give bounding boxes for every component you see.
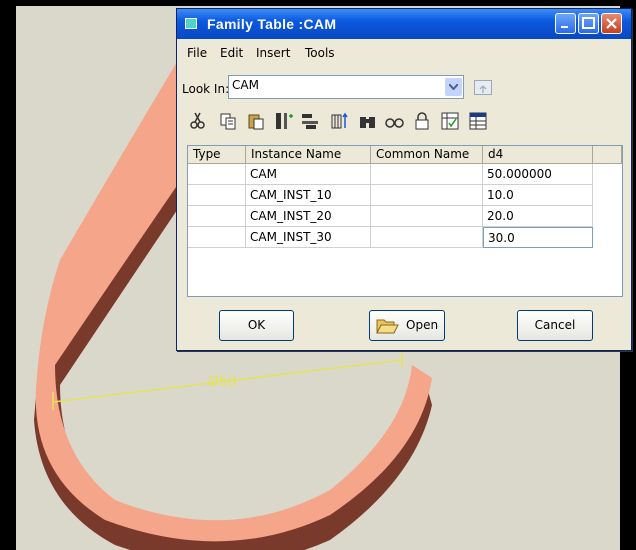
binoculars-icon[interactable]: [357, 110, 379, 132]
table-properties-icon[interactable]: [467, 110, 489, 132]
open-button[interactable]: Open: [369, 310, 445, 341]
up-folder-icon[interactable]: [474, 80, 492, 95]
maximize-button[interactable]: [578, 13, 599, 34]
table-cell-d4-active[interactable]: 30.0: [483, 227, 593, 248]
family-table-dialog: Family Table :CAM File Edit Insert Tools…: [176, 8, 632, 351]
dimension-label[interactable]: Ø50: [208, 374, 237, 390]
table-cell-d4[interactable]: 10.0: [483, 185, 593, 206]
paste-icon[interactable]: [245, 110, 267, 132]
lock-icon[interactable]: [411, 110, 433, 132]
close-button[interactable]: [601, 13, 622, 34]
look-in-row: Look In: CAM: [177, 75, 631, 101]
family-table-grid: Type Instance Name Common Name d4 CAM 50…: [187, 145, 623, 297]
window-title: Family Table :CAM: [207, 16, 337, 32]
table-cell-instance-name[interactable]: CAM: [246, 164, 371, 185]
copy-icon[interactable]: [217, 110, 239, 132]
toolbar: [187, 110, 627, 134]
menu-edit[interactable]: Edit: [220, 46, 243, 60]
open-button-label: Open: [406, 318, 439, 332]
verify-icon[interactable]: [439, 110, 461, 132]
column-header-type[interactable]: Type: [188, 146, 246, 164]
table-cell-common-name[interactable]: [371, 164, 483, 185]
menu-tools[interactable]: Tools: [305, 46, 335, 60]
minimize-button[interactable]: [555, 13, 576, 34]
menu-file[interactable]: File: [187, 46, 207, 60]
cut-icon[interactable]: [187, 110, 209, 132]
cancel-button[interactable]: Cancel: [517, 310, 593, 341]
look-in-value: CAM: [232, 78, 259, 92]
column-header-instance-name[interactable]: Instance Name: [246, 146, 371, 164]
column-header-empty: [593, 146, 622, 164]
look-in-label: Look In:: [182, 82, 230, 96]
table-cell-type[interactable]: [188, 206, 246, 227]
app-icon: [185, 18, 197, 29]
look-in-dropdown[interactable]: CAM: [228, 75, 464, 99]
table-cell-common-name[interactable]: [371, 227, 483, 248]
table-cell-type[interactable]: [188, 164, 246, 185]
table-cell-common-name[interactable]: [371, 206, 483, 227]
table-cell-instance-name[interactable]: CAM_INST_30: [246, 227, 371, 248]
menu-insert[interactable]: Insert: [256, 46, 290, 60]
column-header-common-name[interactable]: Common Name: [371, 146, 483, 164]
table-cell-d4[interactable]: 20.0: [483, 206, 593, 227]
table-cell-instance-name[interactable]: CAM_INST_10: [246, 185, 371, 206]
table-cell-instance-name[interactable]: CAM_INST_20: [246, 206, 371, 227]
insert-column-icon[interactable]: [329, 110, 351, 132]
glasses-icon[interactable]: [383, 110, 405, 132]
add-row-icon[interactable]: [299, 110, 321, 132]
table-cell-type[interactable]: [188, 227, 246, 248]
folder-open-icon: [376, 319, 399, 334]
column-header-d4[interactable]: d4: [483, 146, 593, 164]
ok-button[interactable]: OK: [219, 310, 294, 341]
table-cell-common-name[interactable]: [371, 185, 483, 206]
table-cell-d4[interactable]: 50.000000: [483, 164, 593, 185]
add-column-icon[interactable]: [273, 110, 295, 132]
title-bar[interactable]: Family Table :CAM: [177, 9, 631, 39]
chevron-down-icon[interactable]: [445, 78, 462, 96]
menu-bar: File Edit Insert Tools: [177, 42, 631, 64]
table-cell-type[interactable]: [188, 185, 246, 206]
